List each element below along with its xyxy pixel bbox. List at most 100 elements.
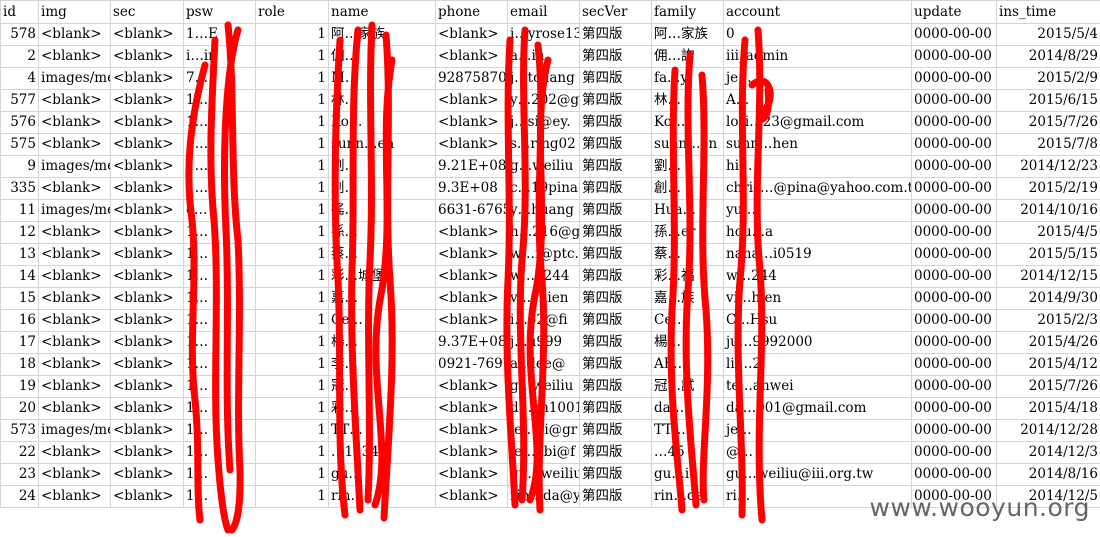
- cell-img[interactable]: images/mer: [38, 419, 111, 442]
- cell-secver[interactable]: 第四版: [579, 45, 652, 68]
- cell-email[interactable]: y…huang: [507, 199, 580, 222]
- cell-account[interactable]: w…244: [723, 265, 912, 288]
- cell-email[interactable]: c…19pina: [507, 177, 580, 200]
- cell-psw[interactable]: 1…: [183, 441, 256, 464]
- table-row[interactable]: 578 <blank> <blank> 1…E 1 阿…家族 <blank> i…yrose1…: [0, 23, 1100, 46]
- cell-sec[interactable]: <blank>: [110, 199, 184, 222]
- cell-email[interactable]: y…202@g: [507, 89, 580, 112]
- cell-sec[interactable]: <blank>: [110, 177, 184, 200]
- cell-phone[interactable]: <blank>: [435, 45, 508, 68]
- cell-account[interactable]: je…: [723, 67, 912, 90]
- cell-email[interactable]: i…yrose13: [507, 23, 580, 46]
- cell-name[interactable]: sunn…en: [328, 133, 436, 156]
- cell-name[interactable]: 劉…: [328, 155, 436, 178]
- cell-phone[interactable]: 0921-7697: [435, 353, 508, 376]
- cell-role[interactable]: 1: [255, 23, 329, 46]
- cell-secver[interactable]: 第四版: [579, 89, 652, 112]
- cell-ins-time[interactable]: 2014/12/28: [996, 419, 1100, 442]
- cell-ins-time[interactable]: 2015/7/26: [996, 111, 1100, 134]
- column-header-sec[interactable]: sec: [110, 0, 184, 24]
- cell-role[interactable]: 1: [255, 177, 329, 200]
- cell-family[interactable]: gu…iu: [651, 463, 724, 486]
- cell-update[interactable]: 0000-00-00: [911, 265, 997, 288]
- cell-name[interactable]: 林…: [328, 89, 436, 112]
- cell-psw[interactable]: e…: [183, 199, 256, 222]
- cell-name[interactable]: 李…: [328, 353, 436, 376]
- cell-img[interactable]: <blank>: [38, 243, 111, 266]
- table-row[interactable]: 22 <blank> <blank> 1… 1 …12345 <blank> je…abi@f…: [0, 441, 1100, 464]
- cell-psw[interactable]: i…in: [183, 45, 256, 68]
- column-header-role[interactable]: role: [255, 0, 329, 24]
- cell-secver[interactable]: 第四版: [579, 485, 652, 508]
- cell-secver[interactable]: 第四版: [579, 265, 652, 288]
- table-row[interactable]: 575 <blank> <blank> 1… 1 sunn…en <blank> s…ring…: [0, 133, 1100, 156]
- cell-email[interactable]: v…chien: [507, 287, 580, 310]
- cell-family[interactable]: Hua…: [651, 199, 724, 222]
- cell-img[interactable]: <blank>: [38, 23, 111, 46]
- cell-phone[interactable]: 9.37E+08: [435, 331, 508, 354]
- cell-sec[interactable]: <blank>: [110, 111, 184, 134]
- cell-secver[interactable]: 第四版: [579, 419, 652, 442]
- cell-id[interactable]: 20: [0, 397, 39, 420]
- cell-name[interactable]: 彩…: [328, 397, 436, 420]
- cell-phone[interactable]: <blank>: [435, 23, 508, 46]
- cell-ins-time[interactable]: 2015/4/18: [996, 397, 1100, 420]
- cell-img[interactable]: <blank>: [38, 375, 111, 398]
- column-header-psw[interactable]: psw: [183, 0, 256, 24]
- cell-update[interactable]: 0000-00-00: [911, 463, 997, 486]
- cell-account[interactable]: gu…weiliu@iii.org.tw: [723, 463, 912, 486]
- cell-img[interactable]: <blank>: [38, 287, 111, 310]
- cell-sec[interactable]: <blank>: [110, 331, 184, 354]
- cell-email[interactable]: w…i@ptc.: [507, 243, 580, 266]
- cell-secver[interactable]: 第四版: [579, 397, 652, 420]
- cell-name[interactable]: 佣…: [328, 45, 436, 68]
- cell-id[interactable]: 15: [0, 287, 39, 310]
- cell-email[interactable]: g…weiliu: [507, 375, 580, 398]
- cell-update[interactable]: 0000-00-00: [911, 441, 997, 464]
- cell-sec[interactable]: <blank>: [110, 309, 184, 332]
- cell-phone[interactable]: <blank>: [435, 485, 508, 508]
- cell-phone[interactable]: 9.21E+08: [435, 155, 508, 178]
- column-header-account[interactable]: account: [723, 0, 912, 24]
- cell-img[interactable]: images/mer: [38, 67, 111, 90]
- cell-ins-time[interactable]: 2015/4/26: [996, 331, 1100, 354]
- table-row[interactable]: 335 <blank> <blank> 1… 1 創… 9.3E+08 c…19pina 第四版…: [0, 177, 1100, 200]
- cell-email[interactable]: j…si@ey.: [507, 111, 580, 134]
- cell-secver[interactable]: 第四版: [579, 287, 652, 310]
- cell-phone[interactable]: <blank>: [435, 309, 508, 332]
- cell-role[interactable]: 1: [255, 441, 329, 464]
- cell-phone[interactable]: 6631-6765: [435, 199, 508, 222]
- cell-id[interactable]: 13: [0, 243, 39, 266]
- cell-sec[interactable]: <blank>: [110, 23, 184, 46]
- cell-psw[interactable]: 1…: [183, 265, 256, 288]
- cell-psw[interactable]: 1…: [183, 309, 256, 332]
- cell-update[interactable]: 0000-00-00: [911, 111, 997, 134]
- cell-account[interactable]: sunn…hen: [723, 133, 912, 156]
- cell-role[interactable]: 1: [255, 111, 329, 134]
- cell-update[interactable]: 0000-00-00: [911, 45, 997, 68]
- cell-ins-time[interactable]: 2014/9/30: [996, 287, 1100, 310]
- cell-account[interactable]: lil…2: [723, 353, 912, 376]
- cell-ins-time[interactable]: 2015/2/3: [996, 309, 1100, 332]
- table-row[interactable]: 4images/mer<blank>7…1M…92875870j…tchang第…: [0, 67, 1100, 90]
- cell-name[interactable]: Ko…: [328, 111, 436, 134]
- cell-family[interactable]: …45: [651, 441, 724, 464]
- table-row[interactable]: 19 <blank> <blank> 1… 1 冠… <blank> g…weiliu 第四版冠…: [0, 375, 1100, 398]
- cell-id[interactable]: 578: [0, 23, 39, 46]
- cell-phone[interactable]: <blank>: [435, 287, 508, 310]
- cell-account[interactable]: A…: [723, 89, 912, 112]
- cell-img[interactable]: <blank>: [38, 331, 111, 354]
- cell-email[interactable]: j…u999: [507, 331, 580, 354]
- cell-role[interactable]: 1: [255, 243, 329, 266]
- cell-account[interactable]: hi…: [723, 155, 912, 178]
- column-header-img[interactable]: img: [38, 0, 111, 24]
- cell-account[interactable]: lori…23@gmail.com: [723, 111, 912, 134]
- cell-role[interactable]: 1: [255, 397, 329, 420]
- table-row[interactable]: 2 <blank> <blank> i…in 1 佣… <blank> a…in 第四版 佣…詢 i…: [0, 45, 1100, 68]
- cell-role[interactable]: 1: [255, 463, 329, 486]
- cell-account[interactable]: yu…: [723, 199, 912, 222]
- cell-sec[interactable]: <blank>: [110, 419, 184, 442]
- cell-id[interactable]: 18: [0, 353, 39, 376]
- cell-secver[interactable]: 第四版: [579, 23, 652, 46]
- cell-ins-time[interactable]: 2015/7/26: [996, 375, 1100, 398]
